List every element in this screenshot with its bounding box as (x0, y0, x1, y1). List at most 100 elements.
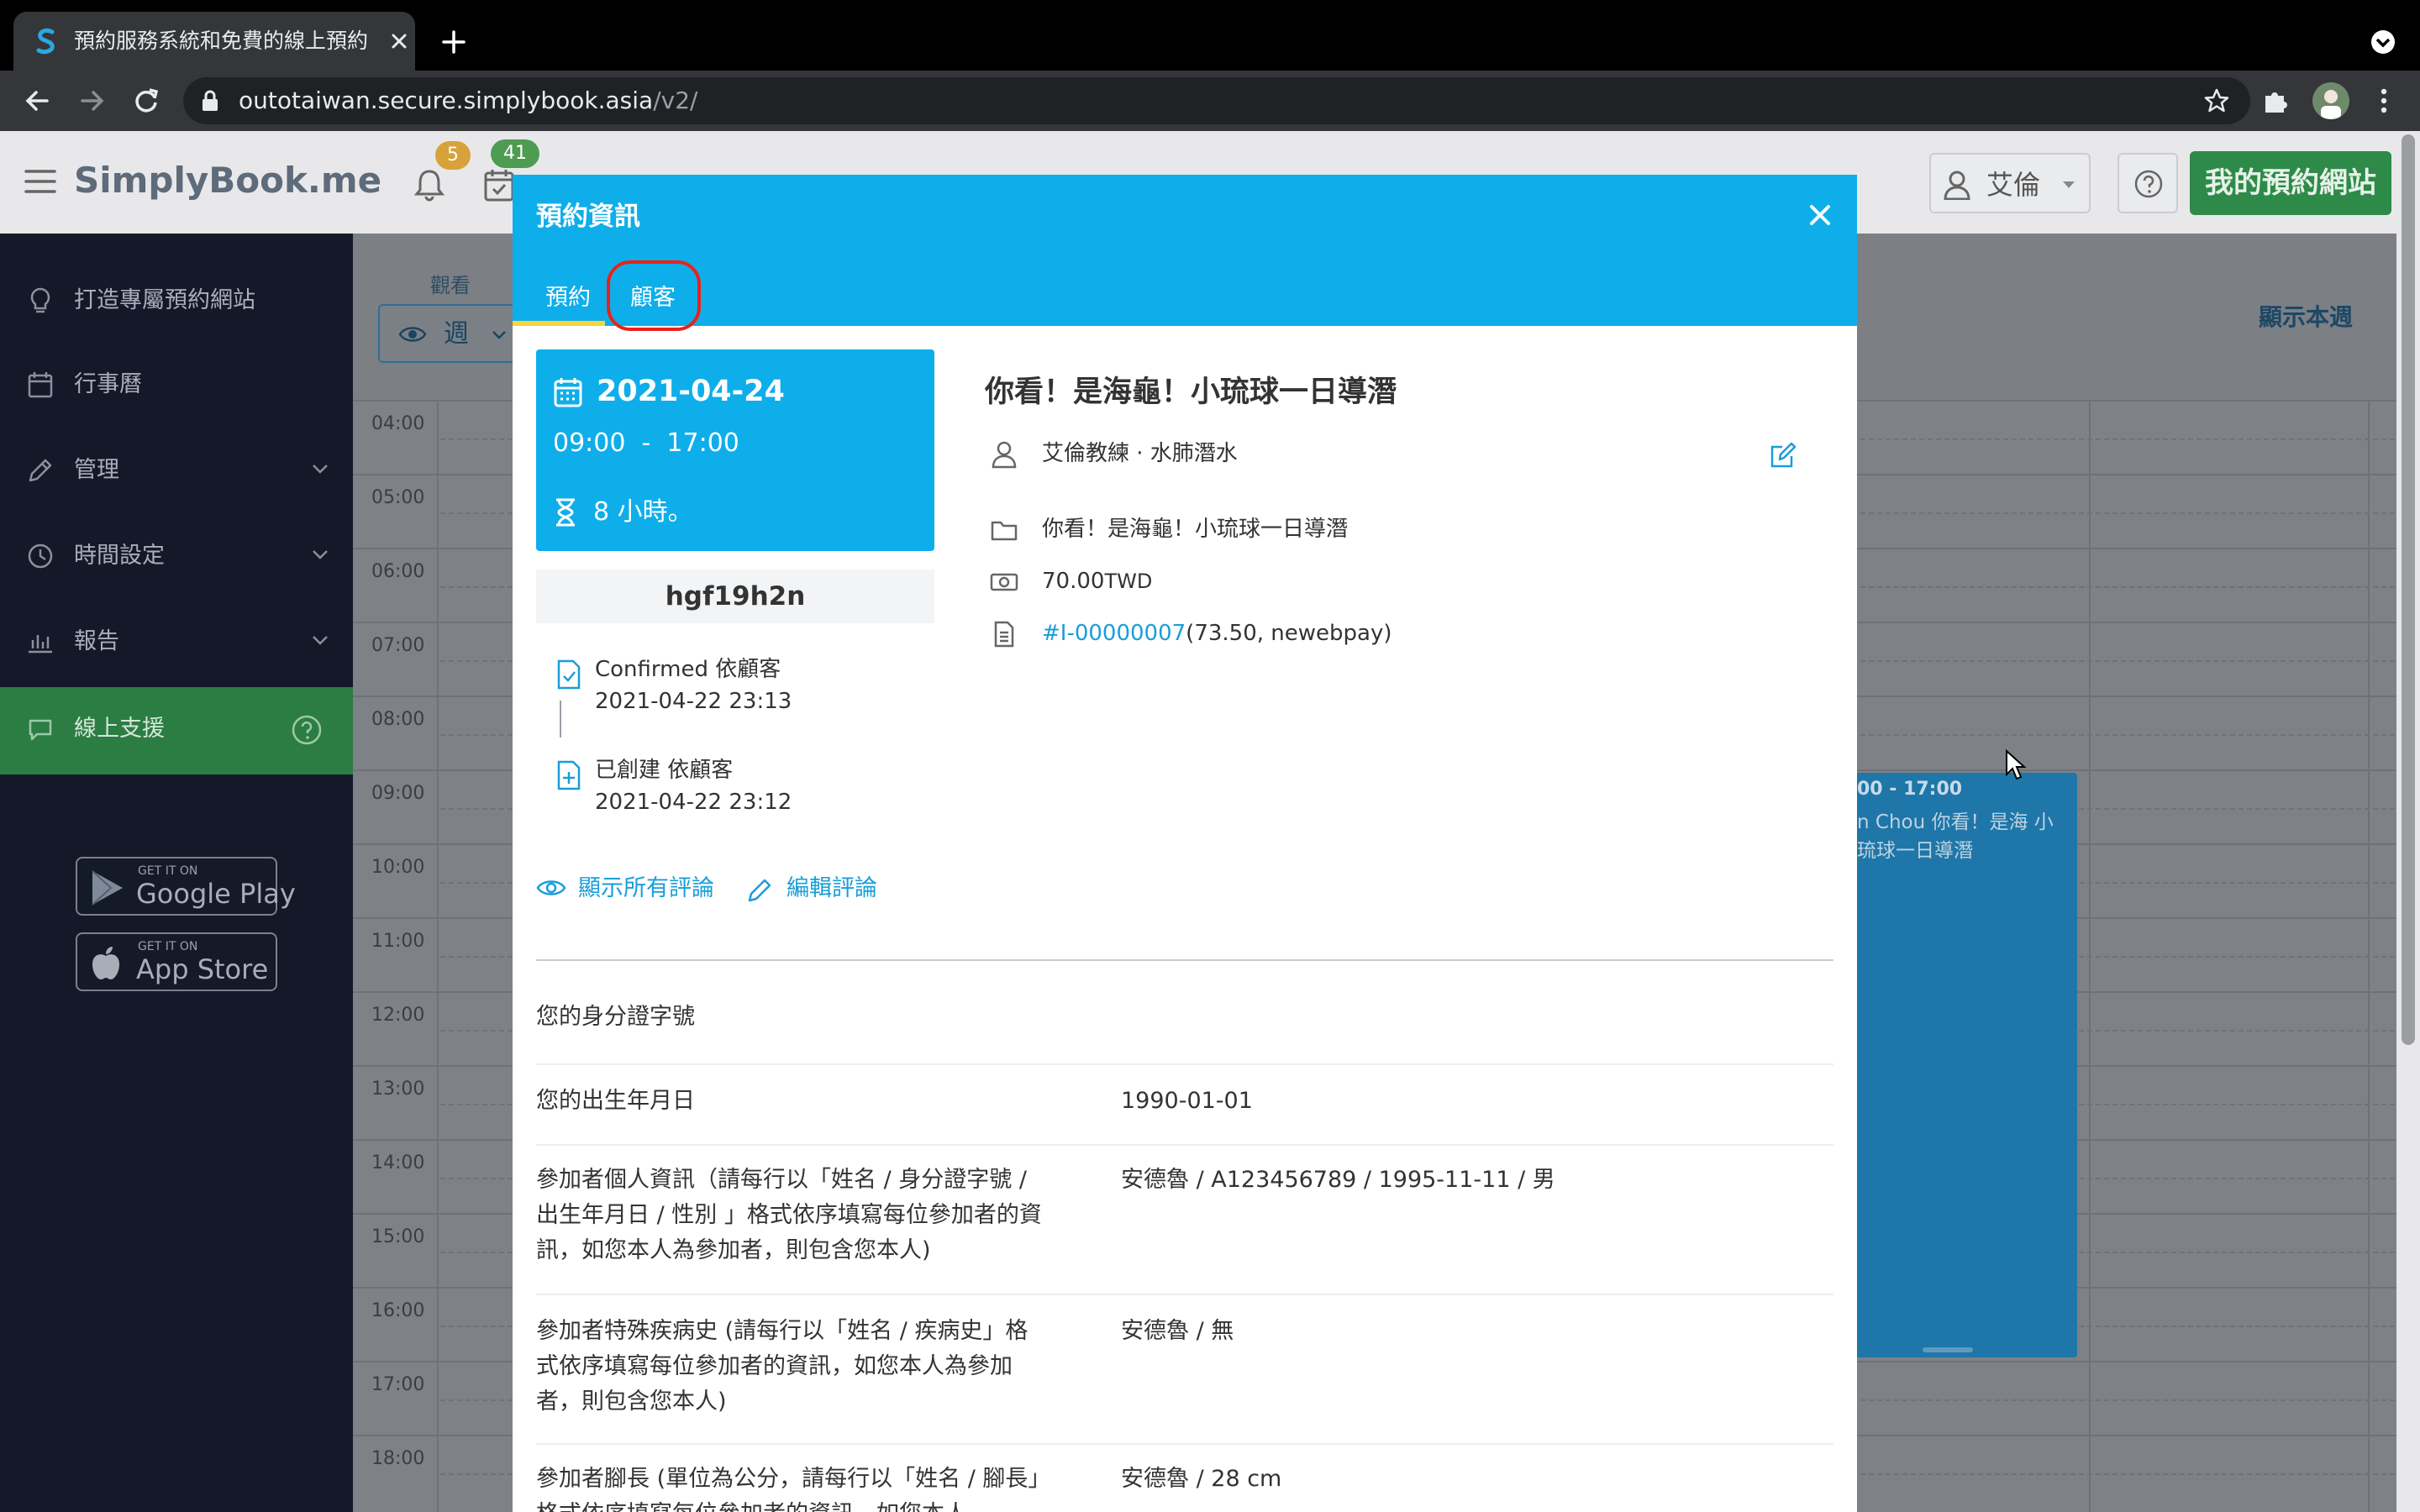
question-circle-icon[interactable] (291, 714, 323, 746)
field-label: 參加者腳長 (單位為公分，請每行以「姓名 / 腳長」格式依序填寫每位參加者的資訊… (536, 1466, 1039, 1512)
close-icon[interactable] (1808, 203, 1832, 227)
bookings-calendar-icon[interactable] (482, 166, 516, 203)
show-this-week-link[interactable]: 顯示本週 (2259, 299, 2353, 333)
user-menu-button[interactable]: 艾倫 (1929, 153, 2091, 213)
history-entry: 已創建 依顧客 2021-04-22 23:12 (546, 754, 933, 822)
booking-code: hgf19h2n (536, 570, 934, 623)
hour-label: 14:00 (371, 1152, 425, 1173)
lightbulb-icon (30, 287, 50, 313)
field-row: 參加者特殊疾病史 (請每行以「姓名 / 疾病史」格式依序填寫每位參加者的資訊，如… (536, 1295, 1833, 1445)
google-play-badge[interactable]: GET IT ON Google Play (76, 857, 296, 916)
edit-icon[interactable] (1770, 442, 1797, 469)
hourglass-icon (556, 498, 575, 527)
invoice-line: #I-00000007(73.50, newebpay) (990, 615, 1830, 652)
tab-close-icon[interactable] (387, 29, 412, 54)
service-line: 你看！是海龜！小琉球一日導潛 (990, 511, 1830, 548)
field-row: 您的出生年月日 1990-01-01 (536, 1065, 1833, 1146)
back-icon[interactable] (22, 86, 52, 116)
chevron-down-icon (313, 465, 328, 474)
invoice-link[interactable]: #I-00000007 (1042, 621, 1186, 646)
pencil-icon (29, 459, 52, 482)
browser-tab[interactable]: 預約服務系統和免費的線上預約 (13, 12, 415, 71)
event-resize-handle[interactable] (1923, 1347, 1973, 1352)
history-time: 2021-04-22 23:12 (595, 790, 792, 815)
show-all-reviews-link[interactable]: 顯示所有評論 (536, 872, 714, 906)
show-all-reviews-text: 顯示所有評論 (578, 875, 714, 901)
forward-icon[interactable] (77, 86, 108, 116)
invoice-icon (994, 621, 1014, 648)
price-currency: TWD (1104, 570, 1153, 593)
my-booking-site-button[interactable]: 我的預約網站 (2190, 151, 2391, 215)
service-title: 你看！是海龜！小琉球一日導潛 (985, 375, 1397, 409)
active-tab-underline (513, 321, 605, 326)
sidebar-item-site-builder[interactable]: 打造專屬預約網站 (0, 259, 353, 343)
edit-review-text: 編輯評論 (786, 875, 877, 901)
profile-avatar[interactable] (2312, 82, 2349, 119)
notifications-bell-icon[interactable] (412, 166, 447, 203)
caret-down-icon (2063, 181, 2075, 188)
sidebar-item-label: 線上支援 (74, 716, 165, 742)
google-play-text: Google Play (136, 878, 296, 910)
modal-title: 預約資訊 (536, 202, 640, 232)
simplybook-favicon-icon (36, 28, 55, 55)
new-tab-icon[interactable] (437, 25, 471, 59)
modal-header (513, 175, 1857, 326)
folder-icon (991, 521, 1018, 541)
address-bar[interactable]: outotaiwan.secure.simplybook.asia/v2/ (183, 77, 2250, 124)
chevron-down-icon (492, 331, 506, 339)
grid-divider (2368, 400, 2370, 1512)
hour-label: 11:00 (371, 931, 425, 952)
view-value: 週 (444, 319, 469, 349)
app-store-badge[interactable]: GET IT ON App Store (76, 932, 277, 991)
sidebar-item-label: 報告 (74, 628, 119, 654)
sidebar-item-time-settings[interactable]: 時間設定 (0, 514, 353, 598)
hamburger-menu-icon[interactable] (24, 166, 57, 197)
edit-review-link[interactable]: 編輯評論 (746, 872, 877, 906)
hour-label: 16:00 (371, 1300, 425, 1321)
tab-title: 預約服務系統和免費的線上預約 (74, 29, 369, 53)
bookings-badge: 41 (491, 139, 539, 168)
browser-menu-icon[interactable] (2371, 86, 2396, 116)
event-description: n Chou 你看！是海 小琉球一日導潛 (1857, 811, 2054, 862)
sidebar-item-manage[interactable]: 管理 (0, 428, 353, 512)
highlight-circle (607, 260, 701, 331)
url-text: outotaiwan.secure.simplybook.asia/v2/ (239, 87, 698, 114)
user-icon (1944, 171, 1970, 200)
field-value: 安德魯 / 28 cm (1121, 1466, 1282, 1492)
field-label: 您的身分證字號 (536, 1004, 695, 1030)
scrollbar-thumb[interactable] (2402, 134, 2415, 1045)
help-button[interactable] (2118, 153, 2178, 213)
calendar-icon (554, 378, 582, 407)
calendar-event[interactable]: 00 - 17:00 n Chou 你看！是海 小琉球一日導潛 (1854, 773, 2077, 1357)
price-value: 70.00TWD (1042, 563, 1152, 600)
event-time: 00 - 17:00 (1857, 779, 1963, 800)
provider-name: 艾倫教練 · 水肺潛水 (1042, 441, 1238, 466)
price-amount: 70.00 (1042, 569, 1105, 594)
field-value: 安德魯 / A123456789 / 1995-11-11 / 男 (1121, 1167, 1555, 1193)
simplybook-logo[interactable]: SimplyBook.me (74, 158, 381, 203)
field-value: 安德魯 / 無 (1121, 1318, 1234, 1344)
sidebar-item-reports[interactable]: 報告 (0, 600, 353, 684)
sidebar-item-calendar[interactable]: 行事曆 (0, 343, 353, 427)
hour-label: 12:00 (371, 1005, 425, 1026)
sidebar-item-label: 時間設定 (74, 543, 165, 569)
tab-search-icon[interactable] (2368, 27, 2398, 57)
history-entry: Confirmed 依顧客 2021-04-22 23:13 (546, 654, 933, 721)
view-select[interactable]: 週 (378, 304, 529, 363)
tab-booking[interactable]: 預約 (536, 276, 600, 321)
field-row: 參加者腳長 (單位為公分，請每行以「姓名 / 腳長」格式依序填寫每位參加者的資訊… (536, 1445, 1833, 1512)
extensions-icon[interactable] (2260, 86, 2291, 116)
mouse-cursor-icon (2006, 749, 2027, 780)
bookmark-star-icon[interactable] (2203, 87, 2230, 114)
sidebar: 打造專屬預約網站 行事曆 管理 時間設定 報告 線上支援 GET IT ON G… (0, 234, 353, 1512)
grid-divider (437, 400, 439, 1512)
field-label: 參加者個人資訊（請每行以「姓名 / 身分證字號 / 出生年月日 / 性別 」格式… (536, 1167, 1042, 1263)
field-row: 參加者個人資訊（請每行以「姓名 / 身分證字號 / 出生年月日 / 性別 」格式… (536, 1146, 1833, 1295)
sidebar-item-online-support[interactable]: 線上支援 (0, 687, 353, 774)
history-status: 已創建 依顧客 (595, 758, 734, 783)
field-label: 您的出生年月日 (536, 1088, 695, 1114)
money-icon (990, 573, 1018, 591)
history-time: 2021-04-22 23:13 (595, 689, 792, 714)
google-play-icon (92, 870, 123, 906)
reload-icon[interactable] (131, 86, 161, 116)
